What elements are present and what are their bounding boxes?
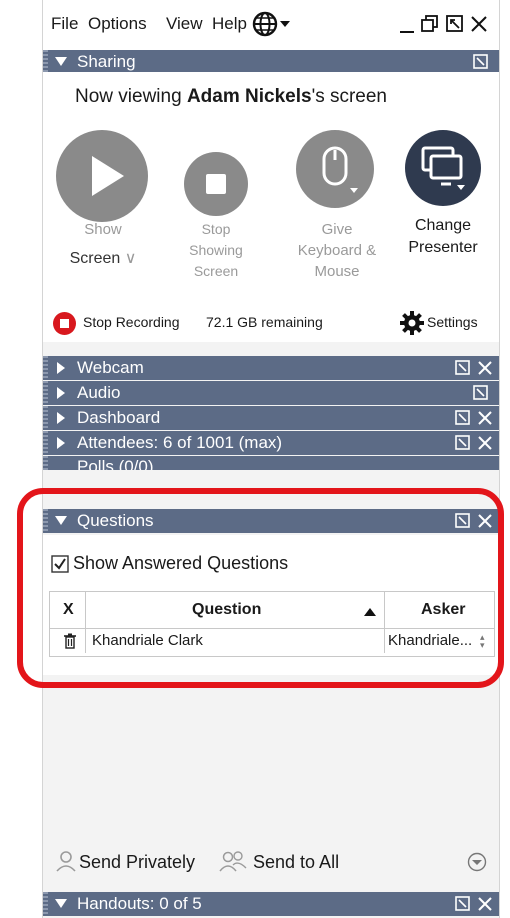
section-title: Dashboard: [77, 408, 161, 427]
expand-triangle-icon[interactable]: [55, 437, 67, 449]
trash-icon[interactable]: [63, 633, 77, 653]
people-group-icon: [219, 850, 247, 877]
show-screen-button[interactable]: [56, 130, 148, 222]
menu-bar: File Options View Help: [43, 0, 499, 50]
change-presenter-label: Change Presenter: [408, 217, 478, 256]
sort-ascending-icon[interactable]: [364, 604, 376, 622]
drag-grip[interactable]: [43, 50, 48, 74]
close-icon[interactable]: [477, 435, 493, 451]
stop-recording-icon[interactable]: [53, 312, 76, 335]
close-icon[interactable]: [477, 513, 493, 529]
gear-icon[interactable]: [399, 310, 425, 341]
section-title: Questions: [77, 511, 154, 530]
section-title: Attendees: 6 of 1001 (max): [77, 433, 283, 452]
drag-grip[interactable]: [43, 356, 48, 380]
stop-showing-screen-button[interactable]: [184, 152, 248, 216]
collapse-triangle-icon[interactable]: [55, 56, 67, 68]
language-globe-icon[interactable]: [252, 11, 298, 42]
expand-triangle-icon[interactable]: [55, 387, 67, 399]
presenter-name: Adam Nickels: [186, 86, 312, 107]
questions-table: X Question Asker Khandriale Clark Khandr…: [49, 591, 495, 657]
give-keyboard-mouse-button[interactable]: [296, 130, 374, 208]
send-bar: Send Privately Send to All: [43, 840, 499, 884]
show-answered-checkbox[interactable]: [51, 555, 69, 578]
section-header-attendees[interactable]: Attendees: 6 of 1001 (max): [43, 431, 499, 455]
presenter-screens-icon: [421, 146, 465, 190]
menu-view[interactable]: View: [166, 14, 203, 34]
stop-showing-label: Stop Showing Screen: [189, 221, 243, 279]
drag-grip[interactable]: [43, 892, 48, 916]
drag-grip[interactable]: [43, 406, 48, 430]
expand-triangle-icon[interactable]: [55, 412, 67, 424]
show-screen-label: Show Screen ∨: [61, 219, 145, 269]
send-to-all-button[interactable]: Send to All: [253, 852, 339, 873]
recording-bar: Stop Recording 72.1 GB remaining Setting…: [43, 302, 499, 342]
section-header-audio[interactable]: Audio: [43, 381, 499, 405]
section-header-handouts[interactable]: Handouts: 0 of 5: [43, 892, 499, 916]
restore-window-icon[interactable]: [420, 13, 440, 40]
column-header-asker[interactable]: Asker: [421, 601, 465, 619]
table-row[interactable]: Khandriale Clark Khandriale... ▴ ▾: [50, 629, 494, 653]
close-icon[interactable]: [477, 896, 493, 912]
chevron-down-icon: ∨: [124, 250, 137, 267]
undock-icon[interactable]: [455, 513, 471, 529]
expand-triangle-icon[interactable]: [55, 362, 67, 374]
questions-panel: Show Answered Questions X Question Asker…: [43, 535, 499, 675]
question-cell: Khandriale Clark: [92, 632, 203, 649]
give-keyboard-label: Give Keyboard & Mouse: [297, 221, 377, 280]
section-title: Sharing: [77, 52, 136, 71]
chevron-down-circle-icon[interactable]: [467, 852, 487, 877]
section-title: Polls (0/0): [77, 457, 154, 470]
undock-icon[interactable]: [473, 54, 489, 70]
undock-icon[interactable]: [455, 435, 471, 451]
drag-grip[interactable]: [43, 381, 48, 405]
asker-cell: Khandriale...: [388, 632, 473, 649]
section-header-questions[interactable]: Questions: [43, 509, 499, 533]
collapse-triangle-icon[interactable]: [55, 898, 67, 910]
section-title: Handouts: 0 of 5: [77, 894, 202, 913]
stop-recording-button[interactable]: Stop Recording: [83, 314, 180, 330]
undock-icon[interactable]: [455, 360, 471, 376]
menu-options[interactable]: Options: [88, 14, 147, 34]
drag-grip[interactable]: [43, 509, 48, 533]
menu-file[interactable]: File: [51, 14, 78, 34]
drag-grip[interactable]: [43, 431, 48, 455]
minimize-icon[interactable]: [398, 13, 416, 40]
show-screen-dropdown[interactable]: Screen ∨: [61, 248, 145, 269]
section-header-sharing[interactable]: Sharing: [43, 50, 499, 74]
section-title: Webcam: [77, 358, 144, 377]
storage-remaining: 72.1 GB remaining: [206, 314, 323, 330]
send-privately-button[interactable]: Send Privately: [79, 852, 195, 873]
change-presenter-button[interactable]: [405, 130, 481, 206]
undock-icon[interactable]: [455, 896, 471, 912]
collapse-triangle-icon[interactable]: [55, 515, 67, 527]
section-header-dashboard[interactable]: Dashboard: [43, 406, 499, 430]
drag-grip[interactable]: [43, 456, 48, 470]
sharing-panel: Now viewing Adam Nickels's screen Show S…: [43, 72, 499, 338]
undock-icon[interactable]: [445, 13, 465, 40]
now-viewing-text: Now viewing Adam Nickels's screen: [75, 86, 387, 107]
column-header-x[interactable]: X: [63, 601, 74, 619]
table-header: X Question Asker: [50, 592, 494, 629]
gotomeeting-control-panel: File Options View Help Sharing Now viewi…: [42, 0, 500, 918]
close-icon[interactable]: [477, 410, 493, 426]
mouse-icon: [322, 146, 358, 193]
undock-icon[interactable]: [455, 410, 471, 426]
column-header-question[interactable]: Question: [192, 601, 261, 619]
scroll-arrows-icon[interactable]: ▴ ▾: [480, 633, 485, 650]
stop-icon: [206, 174, 226, 194]
person-icon: [55, 850, 77, 877]
section-header-polls[interactable]: Polls (0/0): [43, 456, 499, 470]
section-title: Audio: [77, 383, 121, 402]
show-answered-label[interactable]: Show Answered Questions: [73, 553, 288, 574]
menu-help[interactable]: Help: [212, 14, 247, 34]
section-header-webcam[interactable]: Webcam: [43, 356, 499, 380]
settings-button[interactable]: Settings: [427, 314, 478, 330]
close-icon[interactable]: [477, 360, 493, 376]
play-icon: [92, 156, 124, 196]
close-icon[interactable]: [469, 13, 489, 40]
undock-icon[interactable]: [473, 385, 489, 401]
